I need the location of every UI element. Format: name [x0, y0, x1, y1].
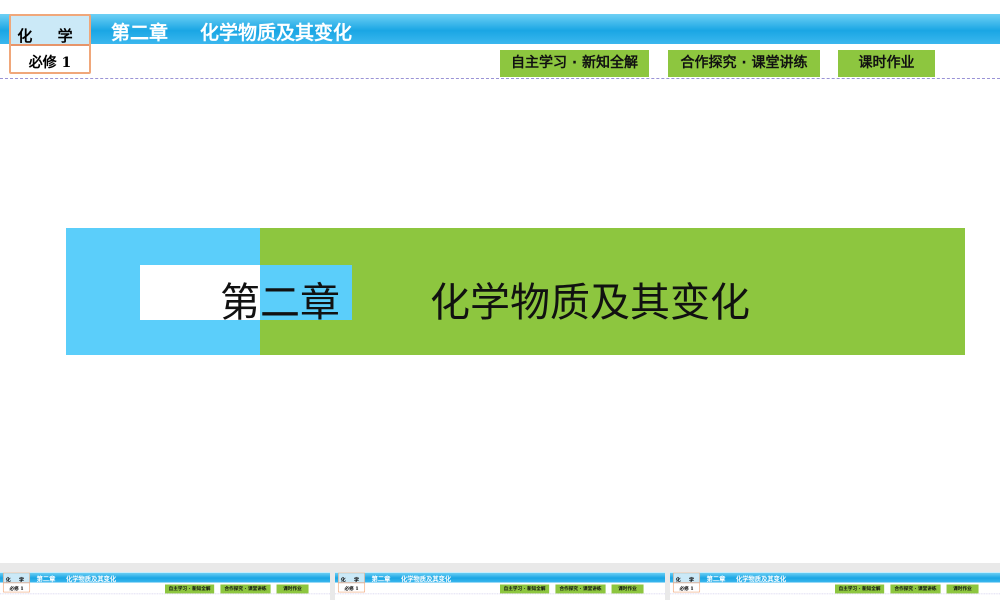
- nav-label: 合作探究 · 课堂讲练: [220, 585, 270, 594]
- slide-thumbnail[interactable]: 化 学必修 1 第二章 化学物质及其变化 自主学习 · 新知全解 合作探究 · …: [670, 572, 1000, 600]
- nav-label: 课时作业: [612, 585, 644, 594]
- header-chapter: 第二章: [37, 574, 56, 583]
- nav-label: 合作探究 · 课堂讲练: [890, 585, 940, 594]
- volume-label: 必修 1: [339, 583, 365, 592]
- header-chapter: 第二章: [111, 18, 168, 45]
- nav-homework-button[interactable]: 课时作业: [838, 50, 935, 77]
- header-chapter-title: 化学物质及其变化: [200, 18, 352, 45]
- header-chapter-title: 化学物质及其变化: [736, 574, 786, 583]
- subject-label: 化 学: [339, 573, 365, 583]
- volume-label: 必修 1: [11, 46, 89, 72]
- subject-box: 化 学必修 1: [673, 573, 700, 593]
- slide: 化 学 必修 1 第二章 化学物质及其变化 自主学习 · 新知全解 合作探究 ·…: [0, 0, 1000, 563]
- volume-label: 必修 1: [674, 583, 700, 592]
- slide-thumbnail[interactable]: 化 学必修 1 第二章 化学物质及其变化 自主学习 · 新知全解 合作探究 · …: [335, 572, 665, 600]
- chapter-banner: 第二章 化学物质及其变化: [66, 228, 965, 355]
- subject-box: 化 学 必修 1: [9, 14, 91, 74]
- header-chapter-title: 化学物质及其变化: [66, 574, 116, 583]
- banner-chapter: 第二章: [220, 270, 340, 328]
- subject-box: 化 学必修 1: [3, 573, 30, 593]
- nav-label: 自主学习 · 新知全解: [500, 585, 549, 594]
- nav-cooperative-button[interactable]: 合作探究 · 课堂讲练: [668, 50, 820, 77]
- nav-label: 自主学习 · 新知全解: [165, 585, 214, 594]
- nav-self-study-button[interactable]: 自主学习 · 新知全解: [500, 50, 649, 77]
- slide-thumbnail[interactable]: 化 学必修 1 第二章 化学物质及其变化 自主学习 · 新知全解 合作探究 · …: [0, 572, 330, 600]
- volume-label: 必修 1: [4, 583, 30, 592]
- subject-label: 化 学: [11, 16, 89, 46]
- header-chapter: 第二章: [707, 574, 726, 583]
- nav-label: 自主学习 · 新知全解: [835, 585, 884, 594]
- banner-title: 化学物质及其变化: [430, 270, 750, 328]
- header-chapter: 第二章: [372, 574, 391, 583]
- header-chapter-title: 化学物质及其变化: [401, 574, 451, 583]
- nav-label: 合作探究 · 课堂讲练: [555, 585, 605, 594]
- nav-label: 课时作业: [947, 585, 979, 594]
- divider: [0, 78, 1000, 79]
- subject-box: 化 学必修 1: [338, 573, 365, 593]
- subject-label: 化 学: [674, 573, 700, 583]
- subject-label: 化 学: [4, 573, 30, 583]
- nav-label: 课时作业: [277, 585, 309, 594]
